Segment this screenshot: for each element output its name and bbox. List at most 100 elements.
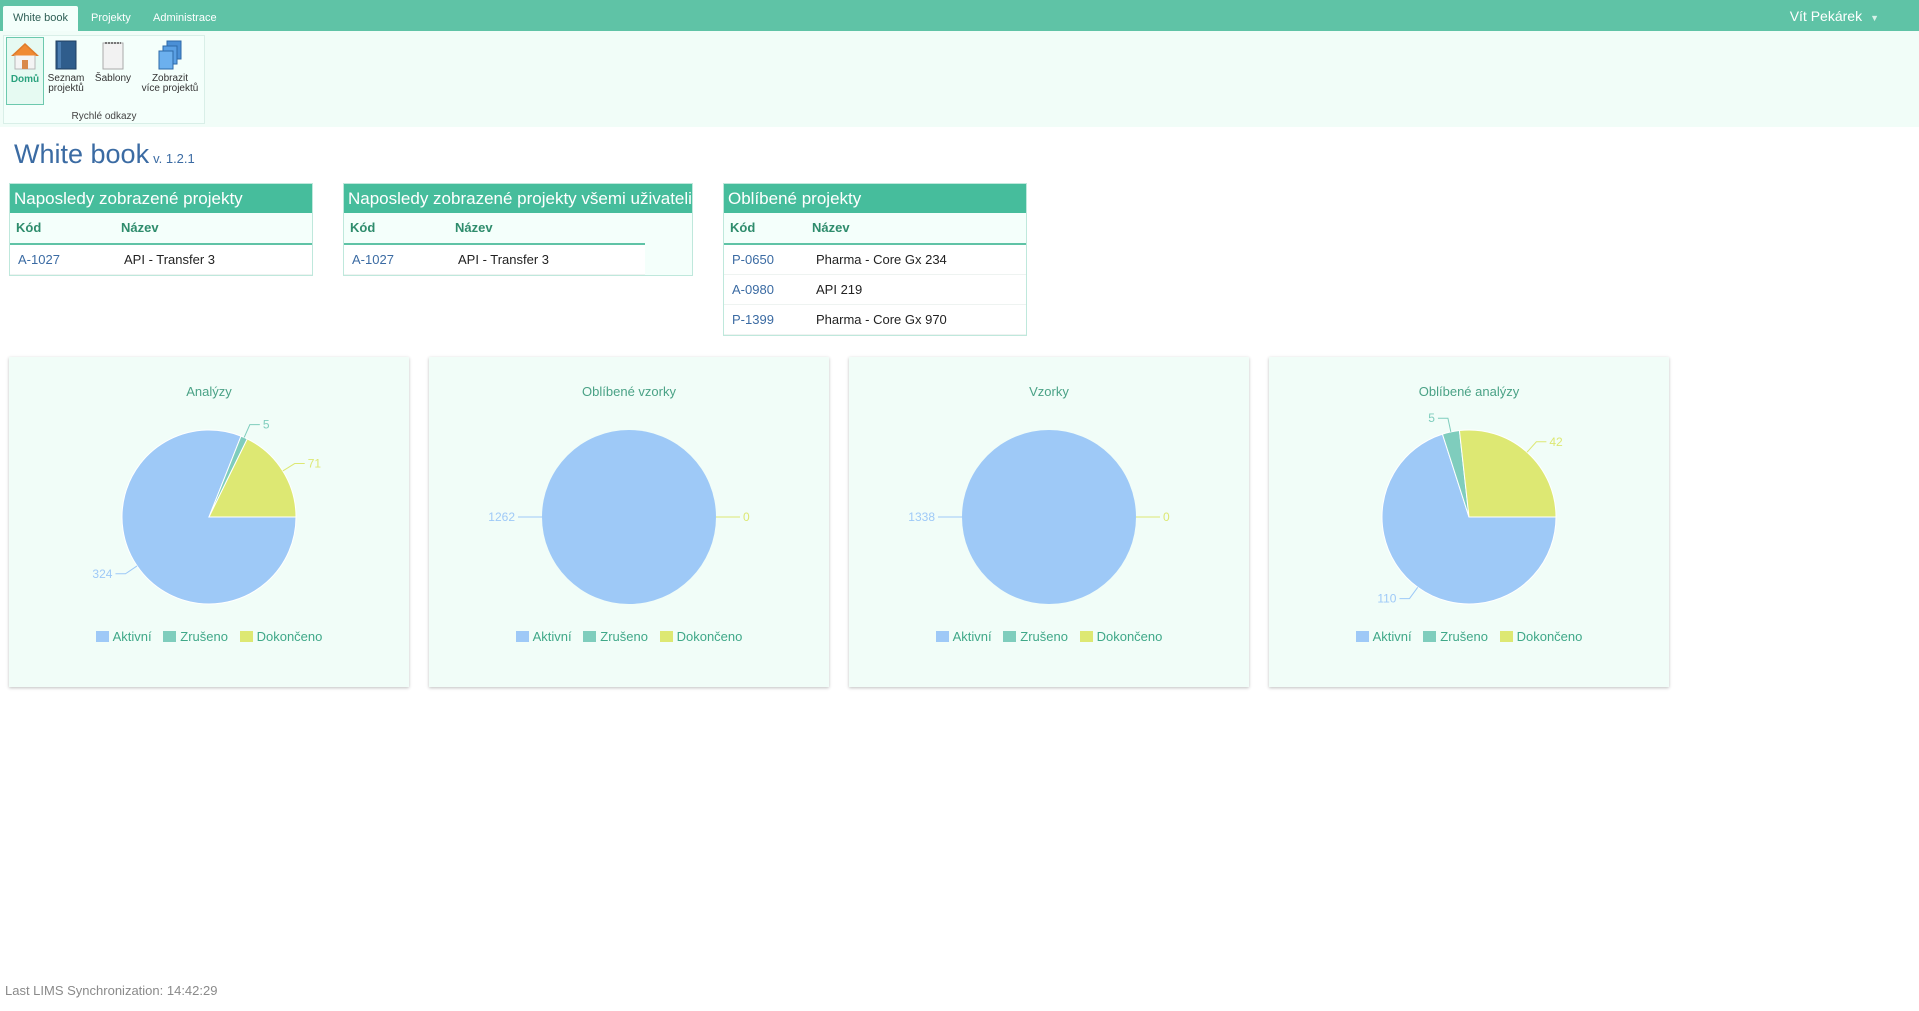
legend-swatch bbox=[659, 631, 673, 642]
data-label: 1338 bbox=[908, 510, 935, 524]
legend-swatch bbox=[239, 631, 253, 642]
col-code: Kód bbox=[16, 220, 42, 235]
chart-legend: Aktivní Zrušeno Dokončeno bbox=[9, 629, 409, 644]
legend-item-aktivni[interactable]: Aktivní bbox=[1355, 629, 1412, 644]
legend-label: Dokončeno bbox=[1096, 629, 1163, 644]
version-label: v. 1.2.1 bbox=[153, 151, 195, 166]
user-menu[interactable]: Vít Pekárek ▼ bbox=[1790, 0, 1879, 31]
legend-item-aktivni[interactable]: Aktivní bbox=[95, 629, 152, 644]
legend-swatch bbox=[935, 631, 949, 642]
recent-all-title: Naposledy zobrazené projekty všemi uživa… bbox=[344, 184, 692, 213]
legend-item-dokonceno[interactable]: Dokončeno bbox=[1499, 629, 1582, 644]
data-label: 0 bbox=[743, 510, 750, 524]
label-connector bbox=[1437, 417, 1452, 433]
col-name: Název bbox=[121, 220, 159, 235]
col-code: Kód bbox=[350, 220, 376, 235]
col-name: Název bbox=[812, 220, 850, 235]
legend-swatch bbox=[1423, 631, 1437, 642]
favorite-projects-table: Oblíbené projekty Kód Název P-0650 Pharm… bbox=[723, 183, 1027, 336]
chart-legend: Aktivní Zrušeno Dokončeno bbox=[429, 629, 829, 644]
book-icon bbox=[55, 40, 77, 70]
data-label: 110 bbox=[1377, 592, 1396, 606]
legend-label: Aktivní bbox=[1372, 629, 1412, 644]
home-label: Domů bbox=[10, 74, 40, 85]
legend-label: Zrušeno bbox=[1440, 629, 1488, 644]
data-label: 5 bbox=[1428, 411, 1435, 425]
label-connector bbox=[243, 424, 260, 438]
table-row[interactable]: A-1027 API - Transfer 3 bbox=[10, 245, 312, 275]
data-label: 1262 bbox=[488, 510, 515, 524]
project-name: Pharma - Core Gx 970 bbox=[816, 312, 947, 327]
project-code-link[interactable]: A-1027 bbox=[352, 245, 394, 274]
pie-slice-aktivni[interactable] bbox=[962, 430, 1136, 604]
table-row[interactable]: P-0650 Pharma - Core Gx 234 bbox=[724, 245, 1026, 275]
chart-legend: Aktivní Zrušeno Dokončeno bbox=[1269, 629, 1669, 644]
legend-swatch bbox=[1355, 631, 1369, 642]
templates-button[interactable]: Šablony bbox=[92, 37, 134, 103]
project-name: API 219 bbox=[816, 282, 863, 297]
table-row[interactable]: A-1027 API - Transfer 3 bbox=[344, 245, 645, 275]
group-label: Rychlé odkazy bbox=[71, 111, 137, 122]
table-header: Kód Název bbox=[724, 213, 1026, 245]
legend-label: Zrušeno bbox=[1020, 629, 1068, 644]
project-name: Pharma - Core Gx 234 bbox=[816, 252, 947, 267]
project-list-label-2: projektů bbox=[48, 83, 84, 94]
tab-projekty[interactable]: Projekty bbox=[81, 6, 141, 31]
legend-item-aktivni[interactable]: Aktivní bbox=[515, 629, 572, 644]
legend-item-zruseno[interactable]: Zrušeno bbox=[1003, 629, 1068, 644]
favorite-projects-title: Oblíbené projekty bbox=[724, 184, 1026, 213]
home-button[interactable]: Domů bbox=[6, 37, 44, 105]
data-label: 5 bbox=[263, 418, 270, 432]
show-more-projects-button[interactable]: Zobrazit více projektů bbox=[138, 37, 202, 103]
label-connector bbox=[1526, 441, 1547, 453]
legend-item-zruseno[interactable]: Zrušeno bbox=[163, 629, 228, 644]
project-name: API - Transfer 3 bbox=[124, 252, 216, 267]
legend-label: Zrušeno bbox=[600, 629, 648, 644]
page-title: White book v. 1.2.1 bbox=[14, 139, 195, 170]
home-icon bbox=[11, 43, 39, 70]
label-connector bbox=[282, 463, 305, 472]
project-list-button[interactable]: Seznam projektů bbox=[46, 37, 86, 103]
legend-swatch bbox=[95, 631, 109, 642]
legend-swatch bbox=[1003, 631, 1017, 642]
data-label: 71 bbox=[308, 457, 322, 471]
legend-item-zruseno[interactable]: Zrušeno bbox=[583, 629, 648, 644]
chart-legend: Aktivní Zrušeno Dokončeno bbox=[849, 629, 1249, 644]
data-label: 0 bbox=[1163, 510, 1170, 524]
legend-label: Aktivní bbox=[532, 629, 572, 644]
user-name: Vít Pekárek bbox=[1789, 8, 1863, 24]
legend-swatch bbox=[1499, 631, 1513, 642]
project-code-link[interactable]: P-0650 bbox=[732, 245, 774, 274]
legend-swatch bbox=[515, 631, 529, 642]
legend-item-dokonceno[interactable]: Dokončeno bbox=[239, 629, 322, 644]
recent-projects-table: Naposledy zobrazené projekty Kód Název A… bbox=[9, 183, 313, 276]
multi-books-icon bbox=[158, 40, 182, 70]
chevron-down-icon: ▼ bbox=[1870, 13, 1879, 23]
templates-label: Šablony bbox=[94, 73, 132, 84]
legend-item-aktivni[interactable]: Aktivní bbox=[935, 629, 992, 644]
project-code-link[interactable]: A-1027 bbox=[18, 245, 60, 274]
show-more-label-2: více projektů bbox=[141, 83, 199, 94]
legend-item-dokonceno[interactable]: Dokončeno bbox=[1079, 629, 1163, 644]
legend-item-zruseno[interactable]: Zrušeno bbox=[1423, 629, 1488, 644]
project-code-link[interactable]: A-0980 bbox=[732, 275, 774, 304]
chart-card-analyzy: Analýzy 324 5 71 Aktivní Zrušeno Dokončeno bbox=[9, 357, 409, 687]
chart-card-oblibene-vzorky: Oblíbené vzorky 1262 0 Aktivní Zrušeno Do… bbox=[429, 357, 829, 687]
label-connector bbox=[115, 565, 138, 575]
table-row[interactable]: P-1399 Pharma - Core Gx 970 bbox=[724, 305, 1026, 335]
project-code-link[interactable]: P-1399 bbox=[732, 305, 774, 334]
top-tab-bar: White book Projekty Administrace Vít Pek… bbox=[0, 0, 1919, 31]
tab-administrace[interactable]: Administrace bbox=[143, 6, 227, 31]
tab-white-book[interactable]: White book bbox=[3, 6, 79, 31]
legend-label: Aktivní bbox=[952, 629, 992, 644]
recent-projects-title: Naposledy zobrazené projekty bbox=[10, 184, 312, 213]
legend-swatch bbox=[1079, 631, 1093, 642]
legend-item-dokonceno[interactable]: Dokončeno bbox=[659, 629, 742, 644]
pie-slice-dokonceno[interactable] bbox=[1458, 429, 1557, 518]
legend-swatch bbox=[583, 631, 597, 642]
sync-status: Last LIMS Synchronization: 14:42:29 bbox=[5, 983, 218, 998]
ribbon: Domů Seznam projektů Šablony Zobrazit ví… bbox=[0, 31, 1919, 127]
table-row[interactable]: A-0980 API 219 bbox=[724, 275, 1026, 305]
pie-slice-aktivni[interactable] bbox=[542, 430, 716, 604]
recent-projects-all-users-table: Naposledy zobrazené projekty všemi uživa… bbox=[343, 183, 693, 276]
